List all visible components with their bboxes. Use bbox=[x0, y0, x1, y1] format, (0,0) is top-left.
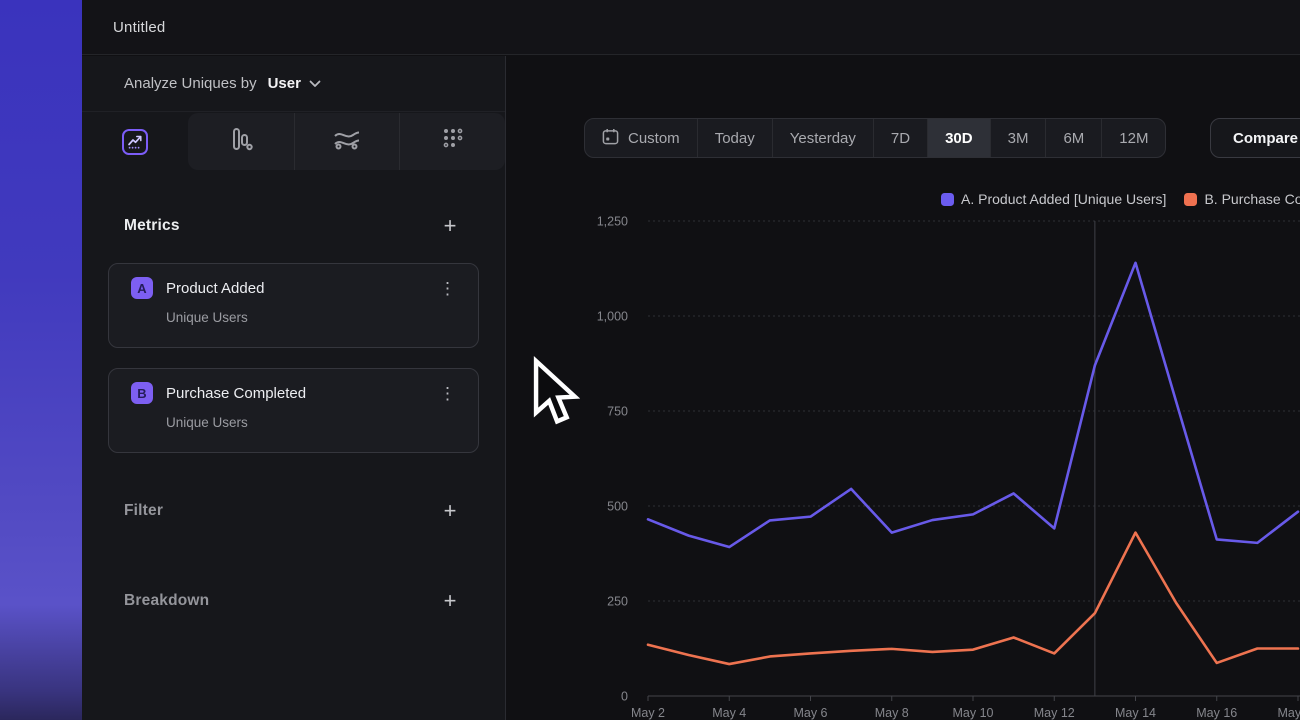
range-today[interactable]: Today bbox=[697, 119, 772, 157]
range-12m[interactable]: 12M bbox=[1101, 119, 1165, 157]
filter-title: Filter bbox=[124, 502, 163, 520]
line-chart[interactable]: 0 250 500 750 1,000 1,250 May 2 May 4 May 6 May 8… bbox=[565, 210, 1300, 720]
legend-item-b[interactable]: B. Purchase Completed [Unique Users] bbox=[1184, 191, 1300, 207]
chevron-down-icon[interactable] bbox=[309, 80, 321, 88]
range-30d[interactable]: 30D bbox=[927, 119, 990, 157]
legend-label: A. Product Added [Unique Users] bbox=[961, 191, 1166, 207]
tab-bar-chart[interactable] bbox=[188, 113, 294, 170]
legend-swatch-a bbox=[941, 193, 954, 206]
breakdown-title: Breakdown bbox=[124, 592, 209, 610]
compare-label: Compare bbox=[1233, 130, 1298, 147]
range-3m[interactable]: 3M bbox=[990, 119, 1046, 157]
chart-legend: A. Product Added [Unique Users] B. Purch… bbox=[941, 190, 1300, 208]
range-custom[interactable]: Custom bbox=[585, 119, 697, 157]
compare-button[interactable]: Compare bbox=[1210, 118, 1300, 158]
metric-card-b[interactable]: B Purchase Completed ⋮ Unique Users bbox=[108, 368, 479, 453]
range-label: Custom bbox=[628, 130, 680, 147]
x-axis-label: May 6 bbox=[793, 706, 827, 720]
add-breakdown-button[interactable]: + bbox=[439, 590, 461, 612]
tab-scatter-grid[interactable] bbox=[399, 113, 505, 170]
x-axis-label: May 16 bbox=[1196, 706, 1237, 720]
chart-type-tab-group bbox=[188, 113, 505, 170]
metrics-header: Metrics + bbox=[124, 211, 461, 241]
range-label: 3M bbox=[1008, 130, 1029, 147]
tab-flow-chart[interactable] bbox=[294, 113, 400, 170]
range-7d[interactable]: 7D bbox=[873, 119, 927, 157]
range-label: 30D bbox=[945, 130, 973, 147]
analyze-by-row: Analyze Uniques by User bbox=[82, 56, 505, 112]
range-6m[interactable]: 6M bbox=[1045, 119, 1101, 157]
kebab-menu-icon[interactable]: ⋮ bbox=[433, 278, 462, 299]
series-line-b bbox=[648, 533, 1298, 664]
legend-label: B. Purchase Completed [Unique Users] bbox=[1204, 191, 1300, 207]
add-metric-button[interactable]: + bbox=[439, 215, 461, 237]
bar-chart-icon bbox=[228, 126, 254, 157]
metric-card-a[interactable]: A Product Added ⋮ Unique Users bbox=[108, 263, 479, 348]
y-axis-label: 500 bbox=[607, 500, 628, 514]
time-range-control: Custom Today Yesterday 7D 30D 3M 6M 12M bbox=[584, 118, 1166, 158]
x-axis-label: May 2 bbox=[631, 706, 665, 720]
range-yesterday[interactable]: Yesterday bbox=[772, 119, 873, 157]
add-filter-button[interactable]: + bbox=[439, 500, 461, 522]
y-axis-label: 1,000 bbox=[597, 310, 628, 324]
range-label: 7D bbox=[891, 130, 910, 147]
x-axis-label: May 12 bbox=[1034, 706, 1075, 720]
y-axis-label: 1,250 bbox=[597, 215, 628, 229]
accent-gradient-strip bbox=[0, 0, 82, 720]
range-label: 12M bbox=[1119, 130, 1148, 147]
metric-measure[interactable]: Unique Users bbox=[166, 310, 462, 325]
line-chart-icon bbox=[122, 129, 148, 155]
metric-measure[interactable]: Unique Users bbox=[166, 415, 462, 430]
range-label: Today bbox=[715, 130, 755, 147]
y-axis-label: 250 bbox=[607, 595, 628, 609]
chart-type-tabs bbox=[82, 113, 505, 170]
series-line-a bbox=[648, 263, 1298, 547]
metric-name: Product Added bbox=[166, 280, 264, 297]
x-axis-label: May 10 bbox=[953, 706, 994, 720]
filter-header: Filter + bbox=[124, 496, 461, 526]
flow-chart-icon bbox=[333, 127, 361, 156]
kebab-menu-icon[interactable]: ⋮ bbox=[433, 383, 462, 404]
analyze-by-label: Analyze Uniques by bbox=[124, 75, 257, 92]
y-axis-label: 750 bbox=[607, 405, 628, 419]
range-label: Yesterday bbox=[790, 130, 856, 147]
metric-badge-b: B bbox=[131, 382, 153, 404]
metric-badge-a: A bbox=[131, 277, 153, 299]
x-axis-label: May 14 bbox=[1115, 706, 1156, 720]
legend-item-a[interactable]: A. Product Added [Unique Users] bbox=[941, 191, 1166, 207]
range-label: 6M bbox=[1063, 130, 1084, 147]
x-axis-label: May 8 bbox=[875, 706, 909, 720]
y-axis-label: 0 bbox=[621, 690, 628, 704]
query-sidebar: Analyze Uniques by User bbox=[82, 56, 506, 720]
metrics-title: Metrics bbox=[124, 217, 180, 235]
top-bar: Untitled bbox=[82, 0, 1300, 55]
legend-swatch-b bbox=[1184, 193, 1197, 206]
scatter-grid-icon bbox=[441, 127, 465, 156]
x-axis-label: May 18 bbox=[1278, 706, 1300, 720]
analyze-by-value-dropdown[interactable]: User bbox=[268, 75, 301, 92]
metric-name: Purchase Completed bbox=[166, 385, 306, 402]
document-title[interactable]: Untitled bbox=[113, 19, 165, 36]
calendar-icon bbox=[602, 128, 619, 149]
breakdown-header: Breakdown + bbox=[124, 586, 461, 616]
x-axis-label: May 4 bbox=[712, 706, 746, 720]
tab-line-chart[interactable] bbox=[82, 113, 188, 170]
